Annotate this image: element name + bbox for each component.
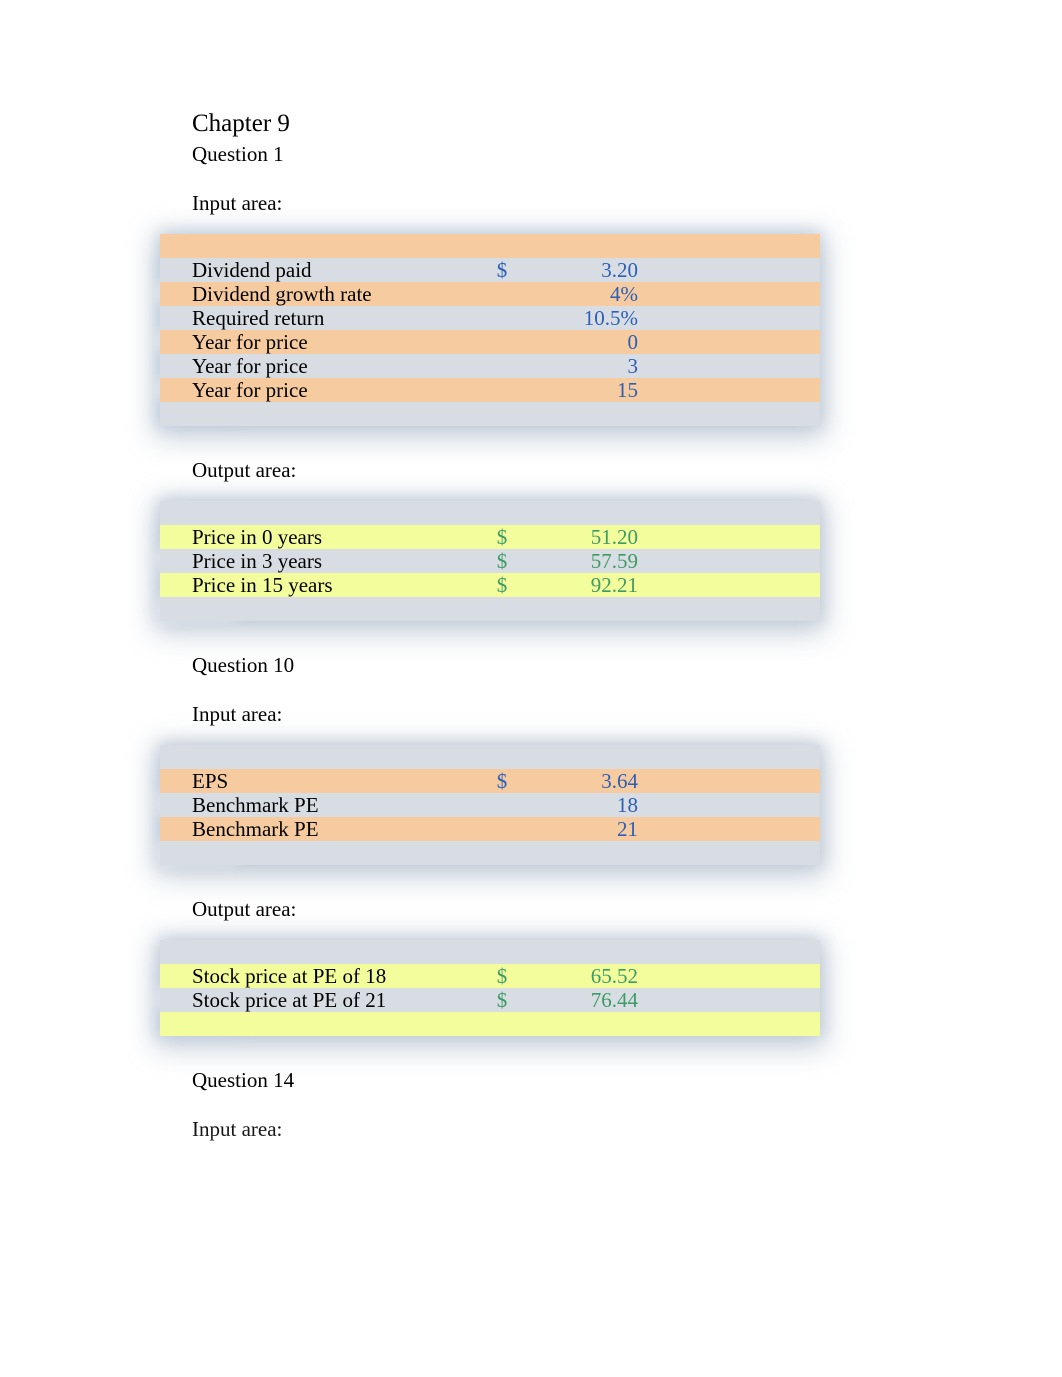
spacer-row — [160, 402, 820, 426]
q1-output-panel: Price in 0 years $ 51.20 Price in 3 year… — [160, 501, 820, 621]
table-row: Benchmark PE 21 — [160, 817, 820, 841]
row-label: Price in 15 years — [160, 573, 490, 598]
row-label: Benchmark PE — [160, 817, 490, 842]
row-label: Benchmark PE — [160, 793, 490, 818]
table-row: Dividend paid $ 3.20 — [160, 258, 820, 282]
row-label: Price in 0 years — [160, 525, 490, 550]
currency-symbol: $ — [490, 964, 514, 989]
row-value: 65.52 — [514, 964, 644, 989]
row-label: Year for price — [160, 378, 490, 403]
row-value: 4% — [514, 282, 644, 307]
spacer-row — [160, 841, 820, 865]
row-label: Required return — [160, 306, 490, 331]
table-row: Year for price 3 — [160, 354, 820, 378]
table-row: Stock price at PE of 21 $ 76.44 — [160, 988, 820, 1012]
currency-symbol: $ — [490, 988, 514, 1013]
table-row: EPS $ 3.64 — [160, 769, 820, 793]
row-value: 92.21 — [514, 573, 644, 598]
currency-symbol: $ — [490, 573, 514, 598]
currency-symbol: $ — [490, 525, 514, 550]
currency-symbol: $ — [490, 769, 514, 794]
input-area-label-q14: Input area: — [192, 1117, 840, 1142]
row-label: Dividend paid — [160, 258, 490, 283]
q10-output-panel: Stock price at PE of 18 $ 65.52 Stock pr… — [160, 940, 820, 1036]
spacer-row — [160, 745, 820, 769]
q10-input-panel: EPS $ 3.64 Benchmark PE 18 Benchmark PE … — [160, 745, 820, 865]
row-value: 21 — [514, 817, 644, 842]
input-area-label-q10: Input area: — [192, 702, 840, 727]
table-row: Year for price 15 — [160, 378, 820, 402]
row-value: 15 — [514, 378, 644, 403]
table-row: Price in 15 years $ 92.21 — [160, 573, 820, 597]
spacer-row — [160, 1012, 820, 1036]
currency-symbol: $ — [490, 258, 514, 283]
row-label: Price in 3 years — [160, 549, 490, 574]
row-label: EPS — [160, 769, 490, 794]
question-label-q14: Question 14 — [192, 1068, 840, 1093]
spacer-row — [160, 234, 820, 258]
row-value: 3.64 — [514, 769, 644, 794]
row-value: 18 — [514, 793, 644, 818]
row-label: Year for price — [160, 354, 490, 379]
row-value: 10.5% — [514, 306, 644, 331]
row-label: Dividend growth rate — [160, 282, 490, 307]
row-value: 51.20 — [514, 525, 644, 550]
spacer-row — [160, 597, 820, 621]
spacer-row — [160, 501, 820, 525]
input-area-label-q1: Input area: — [192, 191, 840, 216]
currency-symbol: $ — [490, 549, 514, 574]
row-value: 3 — [514, 354, 644, 379]
output-area-label-q1: Output area: — [192, 458, 840, 483]
spacer-row — [160, 940, 820, 964]
table-row: Price in 3 years $ 57.59 — [160, 549, 820, 573]
row-value: 57.59 — [514, 549, 644, 574]
row-label: Year for price — [160, 330, 490, 355]
row-label: Stock price at PE of 21 — [160, 988, 490, 1013]
table-row: Dividend growth rate 4% — [160, 282, 820, 306]
question-label-q1: Question 1 — [192, 142, 840, 167]
table-row: Benchmark PE 18 — [160, 793, 820, 817]
table-row: Stock price at PE of 18 $ 65.52 — [160, 964, 820, 988]
row-value: 0 — [514, 330, 644, 355]
table-row: Year for price 0 — [160, 330, 820, 354]
question-label-q10: Question 10 — [192, 653, 840, 678]
output-area-label-q10: Output area: — [192, 897, 840, 922]
document-content: Chapter 9 Question 1 Input area: Dividen… — [80, 110, 840, 1160]
q1-input-panel: Dividend paid $ 3.20 Dividend growth rat… — [160, 234, 820, 426]
table-row: Price in 0 years $ 51.20 — [160, 525, 820, 549]
row-value: 76.44 — [514, 988, 644, 1013]
row-label: Stock price at PE of 18 — [160, 964, 490, 989]
table-row: Required return 10.5% — [160, 306, 820, 330]
chapter-title: Chapter 9 — [192, 110, 840, 138]
row-value: 3.20 — [514, 258, 644, 283]
